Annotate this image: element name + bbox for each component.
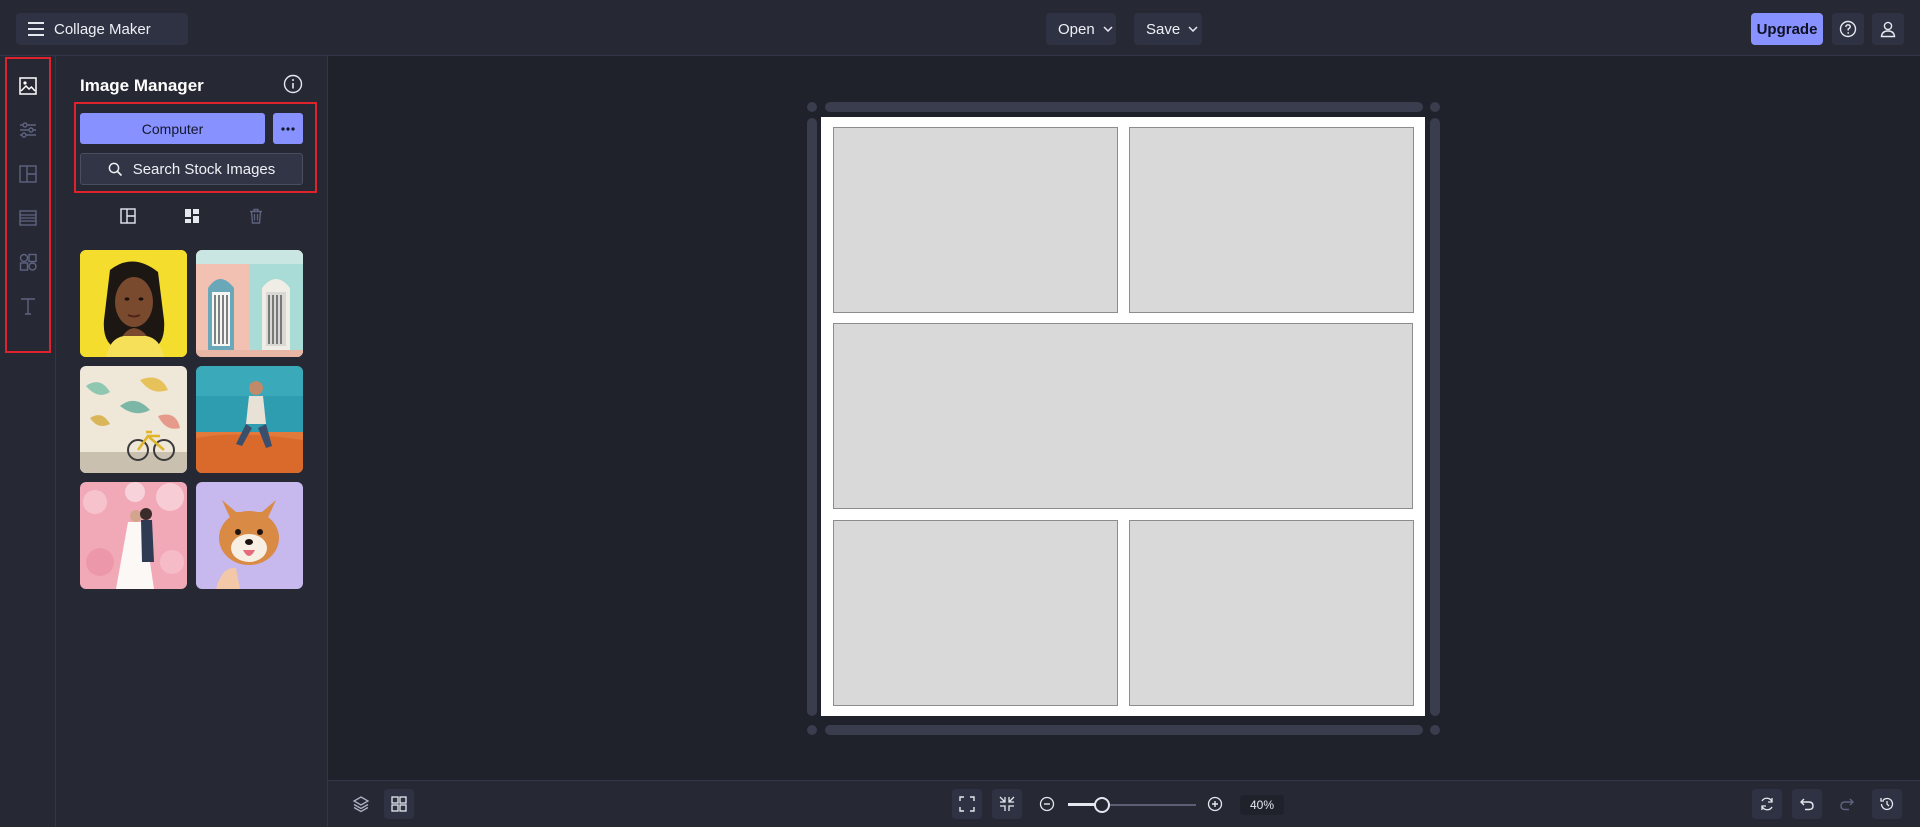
actual-size-button[interactable] xyxy=(992,789,1022,819)
info-icon xyxy=(283,74,305,94)
expand-icon xyxy=(959,796,975,812)
resize-handle-top[interactable] xyxy=(825,102,1423,112)
app-title: Collage Maker xyxy=(54,20,151,38)
chevron-down-icon xyxy=(1103,26,1113,32)
more-icon xyxy=(281,126,295,131)
collage-cell[interactable] xyxy=(1129,520,1414,706)
layers-button[interactable] xyxy=(346,789,376,819)
text-icon xyxy=(18,296,38,316)
thumbnail-image[interactable] xyxy=(196,250,303,357)
app-menu-button[interactable]: Collage Maker xyxy=(16,13,188,45)
thumbnail-image[interactable] xyxy=(196,366,303,473)
upload-computer-button[interactable]: Computer xyxy=(80,113,265,144)
zoom-slider-thumb[interactable] xyxy=(1094,797,1110,813)
upgrade-button[interactable]: Upgrade xyxy=(1751,13,1823,45)
fit-screen-button[interactable] xyxy=(952,789,982,819)
help-button[interactable] xyxy=(1832,13,1864,45)
grid-icon xyxy=(391,796,407,812)
hamburger-icon xyxy=(28,22,46,36)
redo-button[interactable] xyxy=(1832,789,1862,819)
account-button[interactable] xyxy=(1872,13,1904,45)
save-label: Save xyxy=(1146,20,1181,38)
panel-title: Image Manager xyxy=(80,76,204,95)
save-button[interactable]: Save xyxy=(1134,13,1202,45)
redo-icon xyxy=(1839,796,1855,812)
thumbnail-image[interactable] xyxy=(196,482,303,589)
resize-handle-right[interactable] xyxy=(1430,118,1440,716)
tool-rail xyxy=(0,56,56,827)
sliders-icon xyxy=(18,120,38,140)
thumbnail-image[interactable] xyxy=(80,366,187,473)
rail-item-graphics[interactable] xyxy=(14,248,42,276)
corner-handle[interactable] xyxy=(1430,725,1440,735)
trash-icon xyxy=(247,207,265,225)
grid-view-button[interactable] xyxy=(384,789,414,819)
help-icon xyxy=(1839,20,1857,38)
portrait-woman-image xyxy=(80,250,187,357)
search-icon xyxy=(108,162,123,177)
zoom-in-icon xyxy=(1207,796,1223,812)
info-button[interactable] xyxy=(283,74,305,96)
history-button[interactable] xyxy=(1872,789,1902,819)
layers-icon xyxy=(352,795,370,813)
thumbnail-image[interactable] xyxy=(80,482,187,589)
open-button[interactable]: Open xyxy=(1046,13,1116,45)
zoom-in-button[interactable] xyxy=(1200,789,1230,819)
man-desert-image xyxy=(196,366,303,473)
collapse-icon xyxy=(999,796,1015,812)
rail-item-adjust[interactable] xyxy=(14,116,42,144)
more-sources-button[interactable] xyxy=(273,113,303,144)
grid-fill-icon xyxy=(183,207,201,225)
collage-canvas xyxy=(821,117,1425,716)
replace-button[interactable] xyxy=(1752,789,1782,819)
collage-cell[interactable] xyxy=(833,127,1118,313)
zoom-out-icon xyxy=(1039,796,1055,812)
image-manager-panel: Image Manager Computer Search Stock Imag… xyxy=(56,56,328,827)
couple-flowers-image xyxy=(80,482,187,589)
refresh-icon xyxy=(1759,796,1775,812)
delete-images-button[interactable] xyxy=(241,201,271,231)
top-bar: Collage Maker Open Save Upgrade xyxy=(0,0,1920,56)
bottom-toolbar: 40% xyxy=(328,780,1920,827)
collage-cell[interactable] xyxy=(833,323,1413,509)
user-icon xyxy=(1879,20,1897,38)
collage-cell[interactable] xyxy=(833,520,1118,706)
zoom-out-button[interactable] xyxy=(1032,789,1062,819)
resize-handle-left[interactable] xyxy=(807,118,817,716)
image-icon xyxy=(18,76,38,96)
shiba-dog-image xyxy=(196,482,303,589)
layout-icon xyxy=(18,164,38,184)
add-to-layout-button[interactable] xyxy=(113,201,143,231)
undo-icon xyxy=(1799,796,1815,812)
corner-handle[interactable] xyxy=(807,102,817,112)
rail-item-layouts[interactable] xyxy=(14,160,42,188)
texture-icon xyxy=(18,208,38,228)
pastel-doors-image xyxy=(196,250,303,357)
shapes-icon xyxy=(18,252,38,272)
chevron-down-icon xyxy=(1188,26,1198,32)
zoom-value[interactable]: 40% xyxy=(1240,795,1284,815)
resize-handle-bottom[interactable] xyxy=(825,725,1423,735)
corner-handle[interactable] xyxy=(1430,102,1440,112)
history-icon xyxy=(1879,796,1895,812)
rail-item-backgrounds[interactable] xyxy=(14,204,42,232)
bicycle-mural-image xyxy=(80,366,187,473)
corner-handle[interactable] xyxy=(807,725,817,735)
rail-item-images[interactable] xyxy=(14,72,42,100)
rail-item-text[interactable] xyxy=(14,292,42,320)
auto-fill-button[interactable] xyxy=(177,201,207,231)
thumbnail-image[interactable] xyxy=(80,250,187,357)
search-stock-button[interactable]: Search Stock Images xyxy=(80,153,303,185)
undo-button[interactable] xyxy=(1792,789,1822,819)
open-label: Open xyxy=(1058,20,1095,38)
collage-cell[interactable] xyxy=(1129,127,1414,313)
search-stock-label: Search Stock Images xyxy=(132,160,276,178)
layout-icon xyxy=(119,207,137,225)
